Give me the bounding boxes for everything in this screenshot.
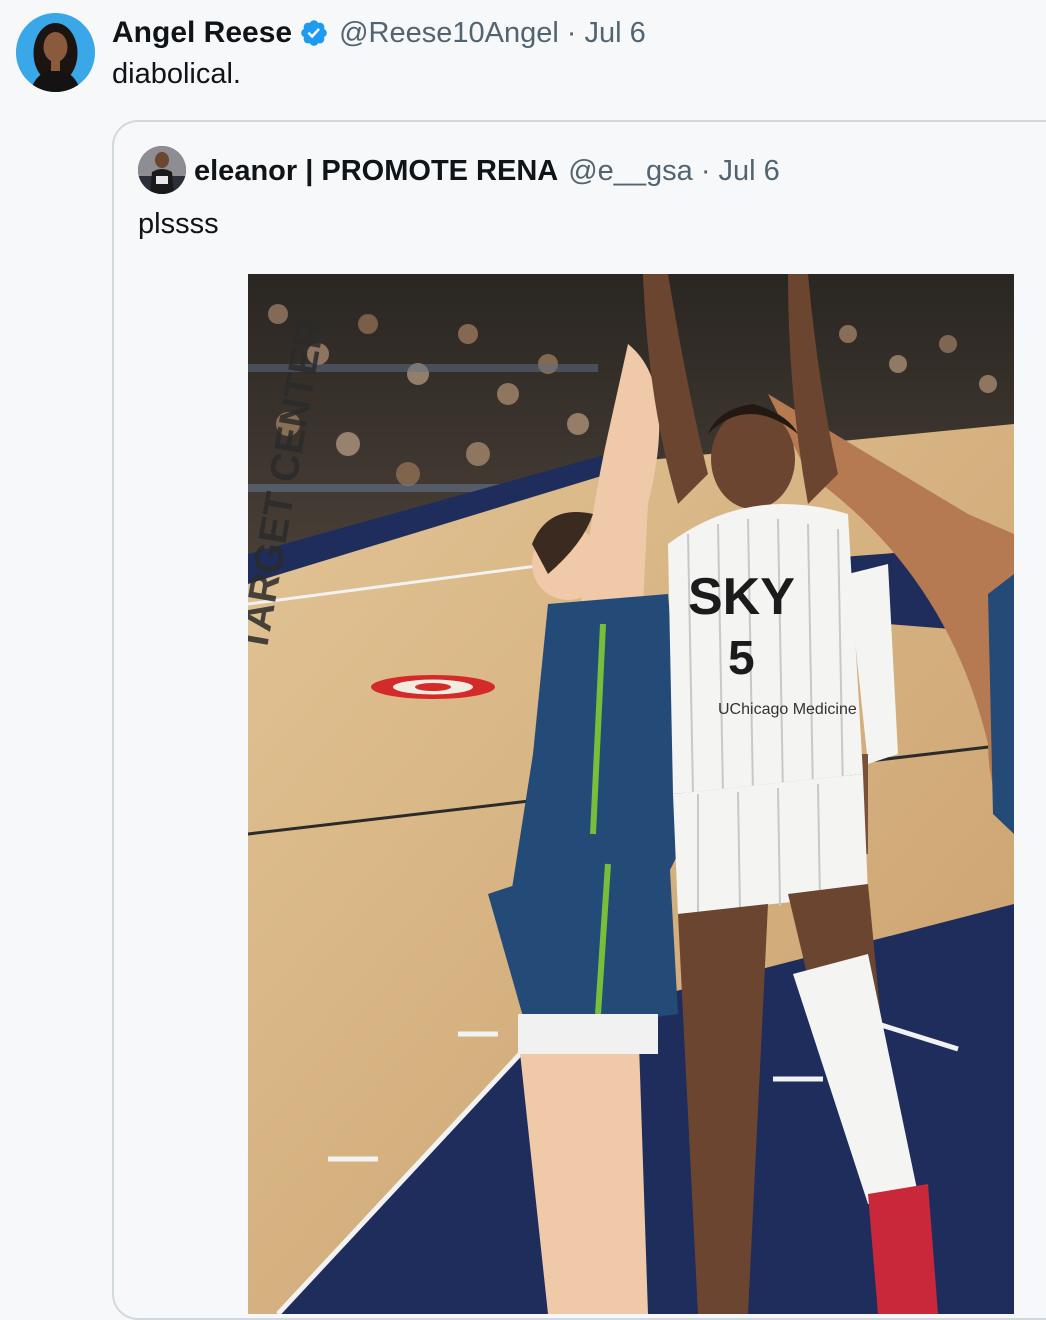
quoted-tweet-header: eleanor | PROMOTE RENA @e__gsa · Jul 6 bbox=[194, 150, 780, 192]
quoted-avatar-photo bbox=[138, 146, 186, 194]
quoted-tweet-photo[interactable]: TARGET CENTER SKY 5 UChicago Medicine bbox=[248, 274, 1014, 1314]
quoted-separator-dot: · bbox=[700, 154, 711, 187]
quoted-author-name[interactable]: eleanor | PROMOTE RENA bbox=[194, 155, 558, 188]
jersey-wordmark: SKY bbox=[688, 568, 795, 626]
author-name[interactable]: Angel Reese bbox=[112, 16, 292, 50]
tweet[interactable]: Angel Reese @Reese10Angel · Jul 6 diabol… bbox=[0, 0, 1046, 1320]
avatar-photo bbox=[16, 13, 95, 92]
separator-dot: · bbox=[566, 16, 577, 49]
tweet-date[interactable]: Jul 6 bbox=[584, 17, 645, 50]
quoted-tweet-date[interactable]: Jul 6 bbox=[719, 155, 780, 188]
tweet-text: diabolical. bbox=[112, 58, 241, 90]
quoted-tweet-card[interactable]: eleanor | PROMOTE RENA @e__gsa · Jul 6 p… bbox=[112, 120, 1046, 1320]
author-handle[interactable]: @Reese10Angel bbox=[339, 17, 559, 50]
basketball-photo: TARGET CENTER SKY 5 UChicago Medicine bbox=[248, 274, 1014, 1314]
quoted-author-avatar[interactable] bbox=[138, 146, 186, 194]
tweet-header: Angel Reese @Reese10Angel · Jul 6 bbox=[112, 12, 646, 54]
quoted-tweet-text: plssss bbox=[138, 208, 219, 240]
quoted-author-handle[interactable]: @e__gsa bbox=[568, 155, 693, 188]
verified-badge-icon[interactable] bbox=[299, 18, 329, 48]
jersey-number: 5 bbox=[728, 632, 755, 685]
author-avatar[interactable] bbox=[16, 13, 95, 92]
jersey-sponsor: UChicago Medicine bbox=[718, 701, 857, 718]
